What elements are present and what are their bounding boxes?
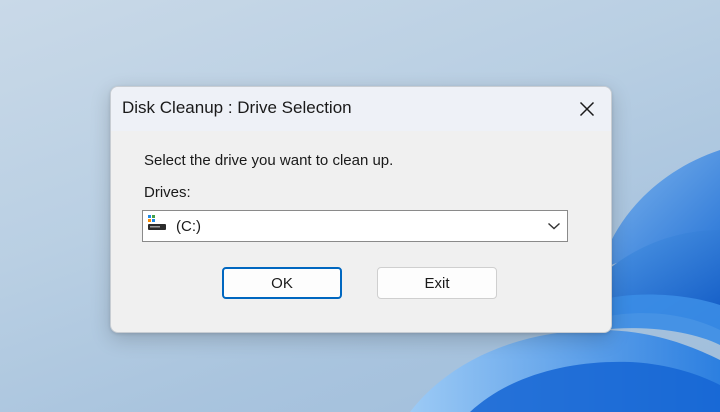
ok-button[interactable]: OK <box>222 267 342 299</box>
selected-drive: (C:) <box>176 218 201 235</box>
dialog-title: Disk Cleanup : Drive Selection <box>122 98 352 117</box>
drive-selection-dialog: Disk Cleanup : Drive Selection Select th… <box>110 86 612 333</box>
close-icon <box>579 101 595 117</box>
instruction-text: Select the drive you want to clean up. <box>144 152 394 169</box>
drive-dropdown[interactable]: (C:) <box>142 210 568 242</box>
exit-button[interactable]: Exit <box>377 267 497 299</box>
drives-label: Drives: <box>144 184 191 201</box>
close-button[interactable] <box>569 91 605 127</box>
desktop: Disk Cleanup : Drive Selection Select th… <box>0 0 720 412</box>
drive-icon <box>148 215 166 230</box>
chevron-down-icon[interactable] <box>547 221 561 231</box>
title-bar[interactable]: Disk Cleanup : Drive Selection <box>111 87 611 131</box>
